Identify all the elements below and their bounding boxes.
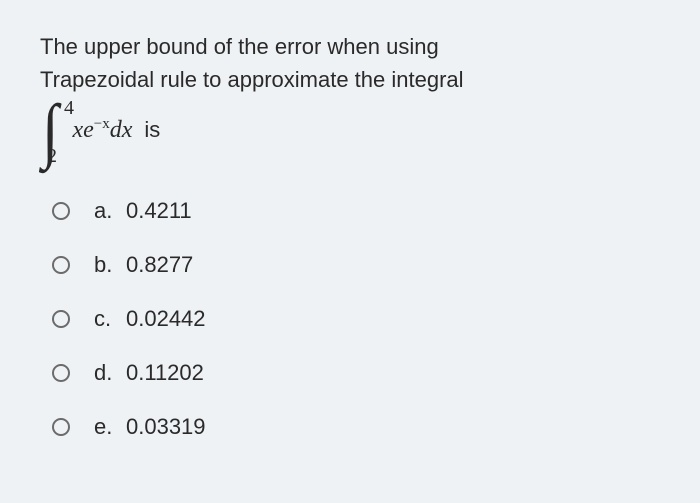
radio-icon[interactable] bbox=[52, 418, 70, 436]
option-a[interactable]: a. 0.4211 bbox=[52, 184, 660, 238]
integrand: xe−xdx is bbox=[72, 116, 160, 144]
option-letter: b. bbox=[94, 252, 126, 278]
integral-trailing-word: is bbox=[144, 117, 160, 142]
integrand-dx: dx bbox=[110, 117, 133, 143]
question-line-2: Trapezoidal rule to approximate the inte… bbox=[40, 67, 464, 92]
integral-expression: ∫ 4 2 xe−xdx is bbox=[42, 106, 660, 154]
option-value: 0.11202 bbox=[126, 360, 204, 386]
option-letter: e. bbox=[94, 414, 126, 440]
option-value: 0.8277 bbox=[126, 252, 193, 278]
option-value: 0.03319 bbox=[126, 414, 206, 440]
option-value: 0.4211 bbox=[126, 198, 192, 224]
option-value: 0.02442 bbox=[126, 306, 206, 332]
option-c[interactable]: c. 0.02442 bbox=[52, 292, 660, 346]
question-stem: The upper bound of the error when using … bbox=[40, 30, 660, 96]
integral-lower-limit: 2 bbox=[47, 148, 57, 164]
option-letter: a. bbox=[94, 198, 126, 224]
question-line-1: The upper bound of the error when using bbox=[40, 34, 439, 59]
option-b[interactable]: b. 0.8277 bbox=[52, 238, 660, 292]
option-e[interactable]: e. 0.03319 bbox=[52, 400, 660, 454]
integrand-exponent: −x bbox=[94, 116, 110, 132]
options-list: a. 0.4211 b. 0.8277 c. 0.02442 d. 0.1120… bbox=[52, 184, 660, 454]
option-letter: c. bbox=[94, 306, 126, 332]
integral-sign: ∫ 4 2 bbox=[42, 106, 58, 154]
integrand-xe: xe bbox=[72, 117, 93, 143]
radio-icon[interactable] bbox=[52, 310, 70, 328]
option-d[interactable]: d. 0.11202 bbox=[52, 346, 660, 400]
integral-upper-limit: 4 bbox=[64, 100, 74, 116]
radio-icon[interactable] bbox=[52, 256, 70, 274]
option-letter: d. bbox=[94, 360, 126, 386]
radio-icon[interactable] bbox=[52, 364, 70, 382]
radio-icon[interactable] bbox=[52, 202, 70, 220]
